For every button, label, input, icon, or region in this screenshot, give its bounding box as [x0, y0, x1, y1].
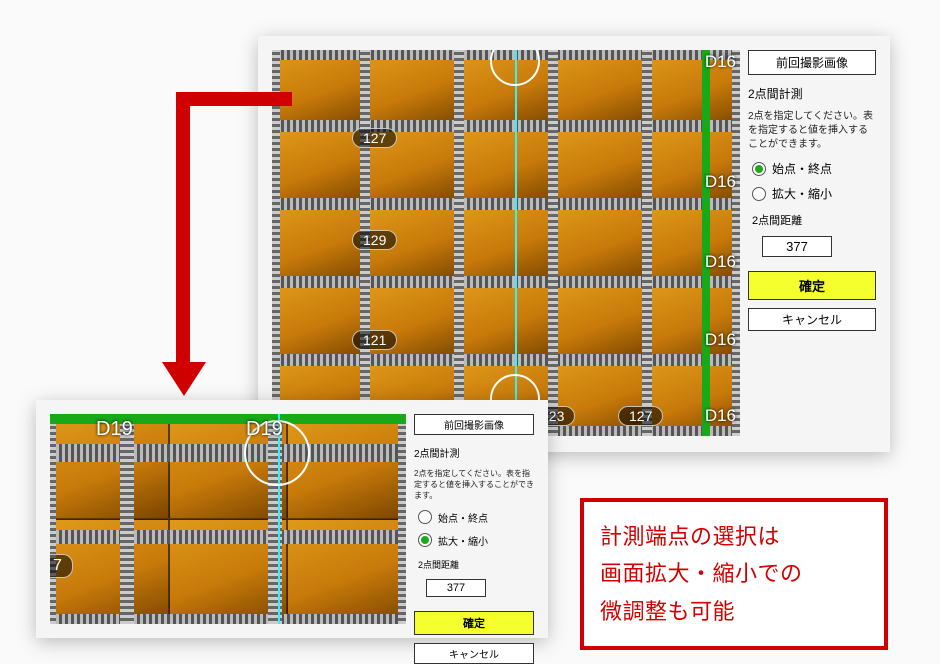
caption-line: 画面拡大・縮小での — [600, 555, 868, 592]
radio-icon — [418, 533, 432, 547]
control-panel: 前回撮影画像 2点間計測 2点を指定してください。表を指定すると値を挿入すること… — [748, 50, 876, 438]
radio-label: 拡大・縮小 — [438, 533, 488, 548]
radio-zoom[interactable]: 拡大・縮小 — [418, 533, 534, 548]
panel-title: 2点間計測 — [748, 85, 876, 102]
radio-start-end[interactable]: 始点・終点 — [418, 510, 534, 525]
cancel-button[interactable]: キャンセル — [748, 308, 876, 331]
rebar-label: D19 — [246, 418, 283, 441]
rebar-label: D16 — [705, 252, 736, 272]
prev-image-button[interactable]: 前回撮影画像 — [748, 50, 876, 75]
distance-value[interactable]: 377 — [426, 579, 486, 597]
panel-help-text: 2点を指定してください。表を指定すると値を挿入することができます。 — [414, 468, 534, 502]
photo-viewport[interactable]: D16 D16 D16 D16 D16 127 129 121 125 129 … — [272, 50, 740, 436]
radio-icon — [752, 162, 766, 176]
spacing-tag: 7 — [50, 554, 73, 578]
radio-label: 拡大・縮小 — [772, 185, 832, 202]
measurement-window-large: D16 D16 D16 D16 D16 127 129 121 125 129 … — [258, 36, 890, 452]
prev-image-button[interactable]: 前回撮影画像 — [414, 414, 534, 435]
cancel-button[interactable]: キャンセル — [414, 643, 534, 664]
spacing-tag: 127 — [352, 128, 397, 148]
distance-value[interactable]: 377 — [762, 236, 832, 257]
radio-icon — [752, 187, 766, 201]
radio-icon — [418, 510, 432, 524]
distance-label: 2点間距離 — [418, 558, 534, 571]
confirm-button[interactable]: 確定 — [414, 611, 534, 635]
panel-help-text: 2点を指定してください。表を指定すると値を挿入することができます。 — [748, 110, 876, 152]
flow-arrow-head-icon — [162, 362, 206, 396]
flow-arrow-vertical — [176, 92, 190, 366]
caption-box: 計測端点の選択は 画面拡大・縮小での 微調整も可能 — [580, 498, 888, 650]
photo-viewport-zoomed[interactable]: D19 D19 7 — [50, 414, 406, 624]
caption-line: 計測端点の選択は — [600, 518, 868, 555]
rebar-label: D19 — [96, 418, 133, 441]
spacing-tag: 127 — [618, 406, 663, 426]
distance-label: 2点間距離 — [752, 212, 876, 228]
flow-arrow-horizontal — [176, 92, 292, 106]
rebar-label: D16 — [705, 172, 736, 192]
rebar-label: D16 — [705, 330, 736, 350]
panel-title: 2点間計測 — [414, 445, 534, 460]
spacing-tag: 129 — [352, 230, 397, 250]
caption-line: 微調整も可能 — [600, 593, 868, 630]
radio-start-end[interactable]: 始点・終点 — [752, 160, 876, 177]
radio-label: 始点・終点 — [438, 510, 488, 525]
radio-label: 始点・終点 — [772, 160, 832, 177]
control-panel: 前回撮影画像 2点間計測 2点を指定してください。表を指定すると値を挿入すること… — [414, 414, 534, 624]
confirm-button[interactable]: 確定 — [748, 271, 876, 300]
rebar-label: D16 — [705, 406, 736, 426]
rebar-label: D16 — [705, 52, 736, 72]
green-reference-line — [702, 50, 710, 436]
measurement-window-small: D19 D19 7 前回撮影画像 2点間計測 2点を指定してください。表を指定す… — [36, 400, 548, 638]
radio-zoom[interactable]: 拡大・縮小 — [752, 185, 876, 202]
spacing-tag: 121 — [352, 330, 397, 350]
